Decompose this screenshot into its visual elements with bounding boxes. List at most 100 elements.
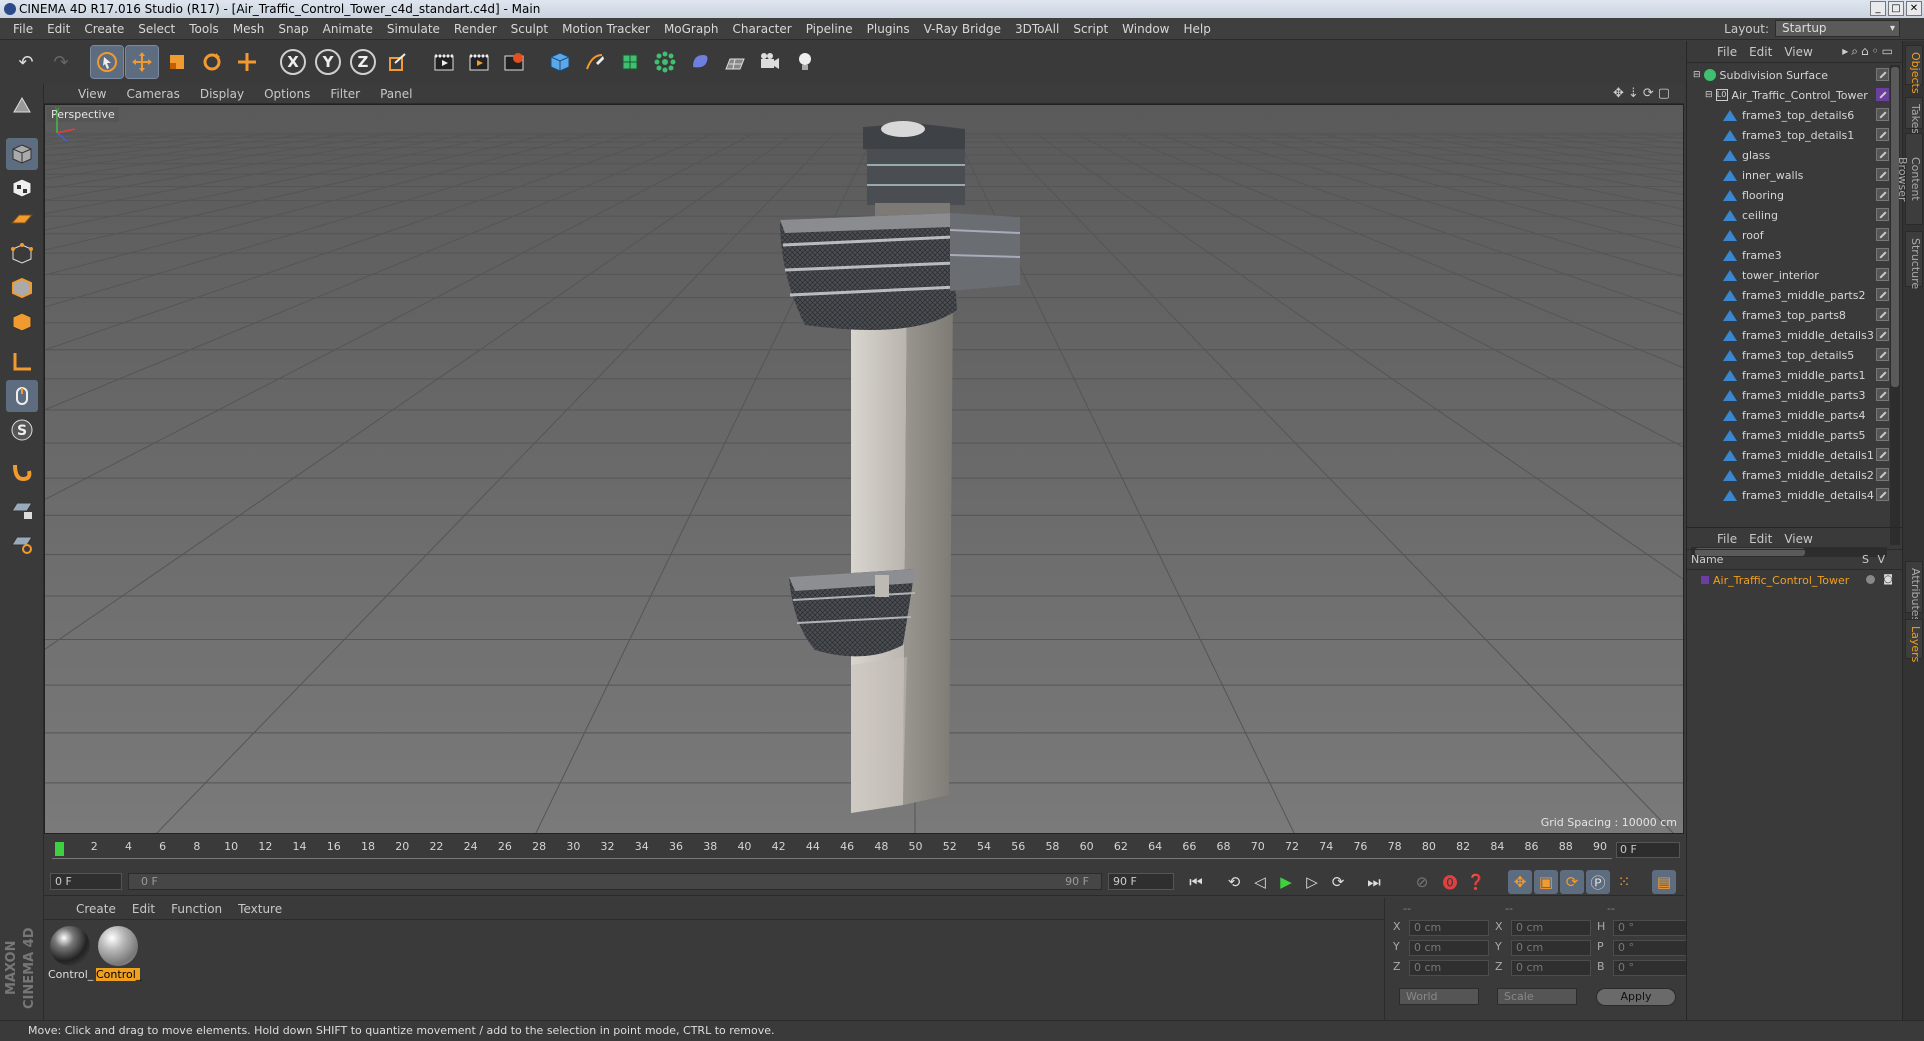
coord-mode-dropdown[interactable]: World (1399, 988, 1479, 1005)
menu-simulate[interactable]: Simulate (380, 22, 447, 36)
viewport-menu-view[interactable]: View (68, 87, 116, 101)
light-button[interactable] (789, 46, 821, 78)
snap-button[interactable]: S (6, 414, 38, 446)
material-slot-1[interactable]: Control_ (48, 926, 93, 981)
y-axis-lock-button[interactable]: Y (315, 49, 341, 75)
object-row[interactable]: frame3_top_parts8 (1687, 305, 1891, 325)
previous-frame-button[interactable]: ◁ (1248, 870, 1272, 894)
grid-snap-button[interactable] (6, 528, 38, 560)
menu-tools[interactable]: Tools (182, 22, 226, 36)
menu-help[interactable]: Help (1176, 22, 1217, 36)
maximize-button[interactable]: □ (1888, 1, 1904, 16)
preview-range-slider[interactable]: 0 F 90 F (128, 873, 1102, 890)
menu-3dtoall[interactable]: 3DToAll (1008, 22, 1066, 36)
coord-rotation-field[interactable]: 0 ° (1613, 920, 1693, 936)
previous-key-button[interactable]: ⟲ (1222, 870, 1246, 894)
rotate-tool-button[interactable] (196, 46, 228, 78)
visibility-check-icon[interactable] (1876, 348, 1889, 361)
coord-scale-dropdown[interactable]: Scale (1497, 988, 1577, 1005)
current-frame-field[interactable]: 0 F (1616, 842, 1680, 858)
menu-pipeline[interactable]: Pipeline (799, 22, 860, 36)
coord-size-field[interactable]: 0 cm (1511, 940, 1591, 956)
autokeying-button[interactable]: ❓ (1464, 870, 1488, 894)
apply-button[interactable]: Apply (1596, 988, 1676, 1006)
x-axis-lock-button[interactable]: X (280, 49, 306, 75)
z-axis-lock-button[interactable]: Z (350, 49, 376, 75)
visibility-check-icon[interactable] (1876, 188, 1889, 201)
start-frame-field[interactable]: 0 F (50, 873, 122, 890)
object-row[interactable]: frame3_middle_parts1 (1687, 365, 1891, 385)
next-frame-button[interactable]: ▷ (1300, 870, 1324, 894)
key-parameter-button[interactable]: Ⓟ (1586, 870, 1610, 894)
object-row[interactable]: frame3_middle_details1 (1687, 445, 1891, 465)
redo-button[interactable]: ↷ (45, 46, 77, 78)
coord-position-field[interactable]: 0 cm (1409, 940, 1489, 956)
coordinate-system-button[interactable] (382, 46, 414, 78)
menu-mesh[interactable]: Mesh (226, 22, 272, 36)
axis-mode-button[interactable] (6, 346, 38, 378)
menu-snap[interactable]: Snap (271, 22, 315, 36)
viewport-menu-cameras[interactable]: Cameras (116, 87, 189, 101)
timeline-playhead[interactable] (55, 842, 64, 856)
menu-edit[interactable]: Edit (40, 22, 77, 36)
end-frame-field[interactable]: 90 F (1108, 873, 1174, 890)
texture-mode-button[interactable] (6, 172, 38, 204)
object-row[interactable]: frame3_middle_parts3 (1687, 385, 1891, 405)
camera-button[interactable] (754, 46, 786, 78)
object-row[interactable]: frame3_middle_parts4 (1687, 405, 1891, 425)
tweak-mode-button[interactable] (6, 380, 38, 412)
menu-create[interactable]: Create (77, 22, 131, 36)
edges-mode-button[interactable] (6, 272, 38, 304)
object-row[interactable]: frame3_middle_parts5 (1687, 425, 1891, 445)
menu-v-ray-bridge[interactable]: V-Ray Bridge (917, 22, 1008, 36)
visibility-check-icon[interactable] (1876, 248, 1889, 261)
object-row[interactable]: tower_interior (1687, 265, 1891, 285)
menu-render[interactable]: Render (447, 22, 504, 36)
object-row[interactable]: frame3_top_details5 (1687, 345, 1891, 365)
object-row[interactable]: frame3_middle_details2 (1687, 465, 1891, 485)
close-button[interactable]: ✕ (1906, 1, 1922, 16)
make-editable-button[interactable] (6, 90, 38, 122)
go-to-end-button[interactable]: ⏭ (1362, 870, 1386, 894)
object-row[interactable]: glass (1687, 145, 1891, 165)
object-row[interactable]: frame3_top_details1 (1687, 125, 1891, 145)
layer-manager-menu-file[interactable]: File (1711, 532, 1743, 546)
coord-rotation-field[interactable]: 0 ° (1613, 940, 1693, 956)
visibility-check-icon[interactable] (1876, 308, 1889, 321)
coord-position-field[interactable]: 0 cm (1409, 920, 1489, 936)
floor-scene-button[interactable] (719, 46, 751, 78)
material-slot-2[interactable]: Control_ (96, 926, 141, 981)
side-tab-content-browser[interactable]: Content Browser (1896, 133, 1923, 225)
side-tab-takes[interactable]: Takes (1905, 97, 1923, 134)
object-row[interactable]: frame3_middle_parts2 (1687, 285, 1891, 305)
object-manager-tool-icons[interactable]: ▸⌕⌂◦▭ (1842, 44, 1896, 59)
coord-position-field[interactable]: 0 cm (1409, 960, 1489, 976)
visibility-check-icon[interactable] (1876, 488, 1889, 501)
timeline-ruler[interactable]: 0246810121416182022242628303234363840424… (44, 836, 1684, 866)
move-tool-button[interactable] (125, 45, 159, 79)
side-tab-attributes[interactable]: Attributes (1905, 561, 1923, 622)
object-row-subdivision-surface[interactable]: ⊟ Subdivision Surface (1687, 65, 1891, 85)
visibility-check-icon[interactable] (1876, 468, 1889, 481)
visibility-check-icon[interactable] (1876, 388, 1889, 401)
visibility-check-icon[interactable] (1876, 328, 1889, 341)
menu-window[interactable]: Window (1115, 22, 1176, 36)
undo-button[interactable]: ↶ (10, 46, 42, 78)
menu-file[interactable]: File (6, 22, 40, 36)
object-row[interactable]: roof (1687, 225, 1891, 245)
model-mode-button[interactable] (6, 138, 38, 170)
next-key-button[interactable]: ⟳ (1326, 870, 1350, 894)
object-row[interactable]: frame3 (1687, 245, 1891, 265)
cube-object-button[interactable] (544, 46, 576, 78)
key-rotation-button[interactable]: ⟳ (1560, 870, 1584, 894)
record-keys-disabled-icon[interactable]: ⊘ (1410, 870, 1434, 894)
render-view-button[interactable] (428, 46, 460, 78)
object-list-scrollbar[interactable] (1890, 65, 1900, 545)
layer-manager-menu-view[interactable]: View (1778, 532, 1818, 546)
menu-script[interactable]: Script (1066, 22, 1115, 36)
visibility-check-icon[interactable] (1876, 368, 1889, 381)
object-row[interactable]: frame3_middle_details3 (1687, 325, 1891, 345)
points-mode-button[interactable] (6, 238, 38, 270)
layer-manager-menu-edit[interactable]: Edit (1743, 532, 1778, 546)
menu-sculpt[interactable]: Sculpt (504, 22, 555, 36)
